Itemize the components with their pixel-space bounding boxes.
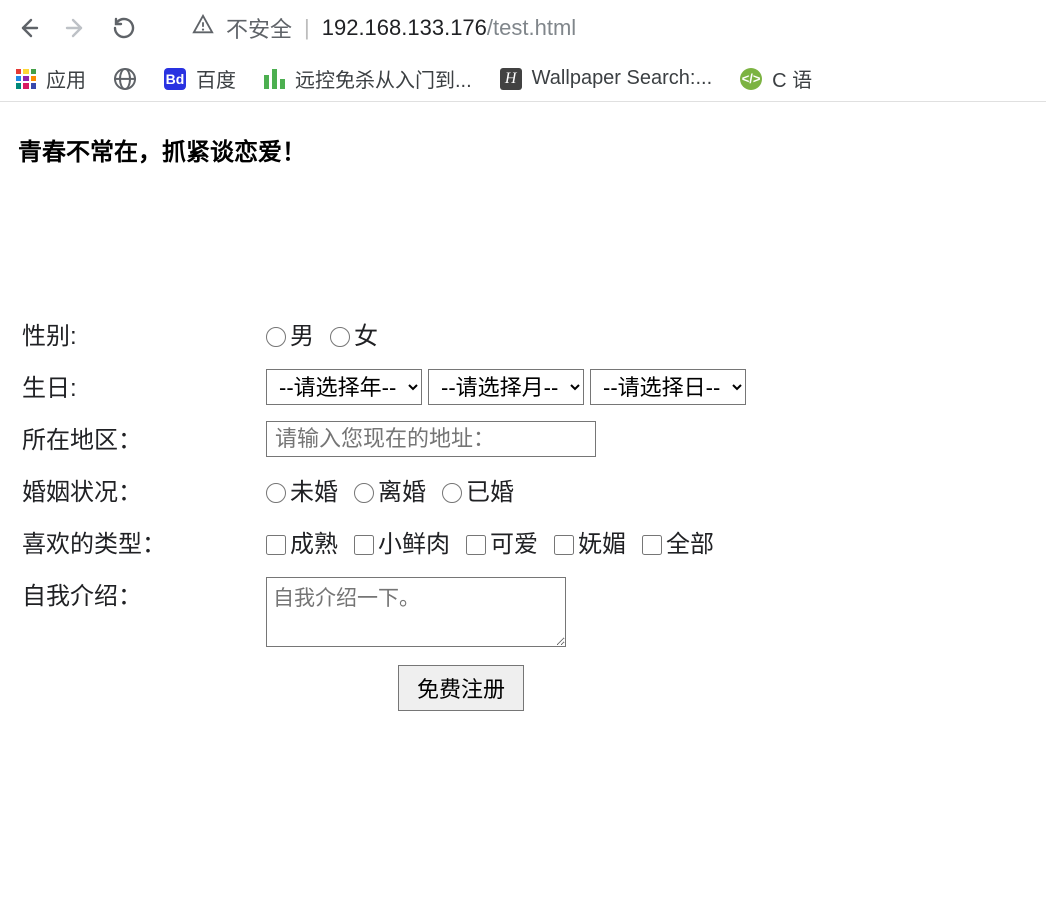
globe-icon — [114, 68, 136, 90]
bookmark-baidu[interactable]: Bd 百度 — [164, 64, 236, 93]
reload-button[interactable] — [106, 10, 142, 46]
remote-label: 远控免杀从入门到... — [295, 64, 472, 93]
apps-label: 应用 — [46, 64, 86, 93]
marital-single-radio[interactable] — [266, 483, 286, 503]
row-submit: 免费注册 — [398, 665, 1028, 711]
row-type: 喜欢的类型： 成熟 小鲜肉 可爱 妩媚 — [18, 525, 1028, 565]
day-select[interactable]: --请选择日-- — [590, 369, 746, 405]
gender-female-text: 女 — [354, 317, 378, 357]
baidu-icon: Bd — [164, 68, 186, 90]
form: 性别: 男 女 生日: --请选择年-- --请选择月-- --请选择日-- — [18, 317, 1028, 711]
bookmark-blank[interactable] — [114, 68, 136, 90]
type-fresh-option[interactable]: 小鲜肉 — [354, 525, 450, 565]
url-divider: | — [304, 15, 310, 41]
type-charm-text: 妩媚 — [578, 525, 626, 565]
marital-single-text: 未婚 — [290, 473, 338, 513]
type-cute-text: 可爱 — [490, 525, 538, 565]
type-fresh-text: 小鲜肉 — [378, 525, 450, 565]
type-charm-option[interactable]: 妩媚 — [554, 525, 626, 565]
gender-male-radio[interactable] — [266, 327, 286, 347]
url-host: 192.168.133.176 — [322, 15, 487, 40]
type-all-text: 全部 — [666, 525, 714, 565]
type-charm-checkbox[interactable] — [554, 535, 574, 555]
back-button[interactable] — [10, 10, 46, 46]
clang-label: C 语 — [772, 64, 812, 93]
submit-button[interactable]: 免费注册 — [398, 665, 524, 711]
forward-button[interactable] — [58, 10, 94, 46]
gender-label: 性别: — [18, 317, 266, 357]
marital-divorced-option[interactable]: 离婚 — [354, 473, 426, 513]
page-content: 青春不常在，抓紧谈恋爱！ 性别: 男 女 生日: --请选择年-- --请选择月… — [0, 102, 1046, 731]
gender-male-option[interactable]: 男 — [266, 317, 314, 357]
wallpaper-label: Wallpaper Search:... — [532, 67, 712, 90]
type-mature-option[interactable]: 成熟 — [266, 525, 338, 565]
marital-married-option[interactable]: 已婚 — [442, 473, 514, 513]
type-all-checkbox[interactable] — [642, 535, 662, 555]
birthday-label: 生日: — [18, 369, 266, 409]
type-label: 喜欢的类型： — [18, 525, 266, 565]
marital-single-option[interactable]: 未婚 — [266, 473, 338, 513]
type-fresh-checkbox[interactable] — [354, 535, 374, 555]
intro-label: 自我介绍： — [18, 577, 266, 617]
gender-female-option[interactable]: 女 — [330, 317, 378, 357]
region-input[interactable] — [266, 421, 596, 457]
bookmark-wallpaper[interactable]: H Wallpaper Search:... — [500, 67, 712, 90]
security-label: 不安全 — [226, 12, 292, 44]
region-label: 所在地区： — [18, 421, 266, 461]
bookmark-remote[interactable]: 远控免杀从入门到... — [264, 64, 472, 93]
row-intro: 自我介绍： — [18, 577, 1028, 647]
address-bar[interactable]: 不安全 | 192.168.133.176/test.html — [174, 8, 1036, 48]
page-title: 青春不常在，抓紧谈恋爱！ — [18, 132, 1028, 167]
bookmark-clang[interactable]: </> C 语 — [740, 64, 812, 93]
row-marital: 婚姻状况： 未婚 离婚 已婚 — [18, 473, 1028, 513]
marital-married-text: 已婚 — [466, 473, 514, 513]
row-gender: 性别: 男 女 — [18, 317, 1028, 357]
row-birthday: 生日: --请选择年-- --请选择月-- --请选择日-- — [18, 369, 1028, 409]
url-path: /test.html — [487, 15, 576, 40]
browser-toolbar: 不安全 | 192.168.133.176/test.html — [0, 0, 1046, 56]
type-all-option[interactable]: 全部 — [642, 525, 714, 565]
bookmark-bar: 应用 Bd 百度 远控免杀从入门到... H Wallpaper Search:… — [0, 56, 1046, 102]
bars-icon — [264, 69, 285, 89]
type-mature-text: 成熟 — [290, 525, 338, 565]
marital-married-radio[interactable] — [442, 483, 462, 503]
baidu-label: 百度 — [196, 64, 236, 93]
intro-textarea[interactable] — [266, 577, 566, 647]
marital-divorced-text: 离婚 — [378, 473, 426, 513]
code-icon: </> — [740, 68, 762, 90]
marital-label: 婚姻状况： — [18, 473, 266, 513]
year-select[interactable]: --请选择年-- — [266, 369, 422, 405]
type-cute-checkbox[interactable] — [466, 535, 486, 555]
row-region: 所在地区： — [18, 421, 1028, 461]
apps-icon — [16, 69, 36, 89]
apps-shortcut[interactable]: 应用 — [16, 64, 86, 93]
gender-female-radio[interactable] — [330, 327, 350, 347]
type-mature-checkbox[interactable] — [266, 535, 286, 555]
month-select[interactable]: --请选择月-- — [428, 369, 584, 405]
wallpaper-icon: H — [500, 68, 522, 90]
gender-male-text: 男 — [290, 317, 314, 357]
marital-divorced-radio[interactable] — [354, 483, 374, 503]
type-cute-option[interactable]: 可爱 — [466, 525, 538, 565]
insecure-icon — [192, 14, 214, 42]
